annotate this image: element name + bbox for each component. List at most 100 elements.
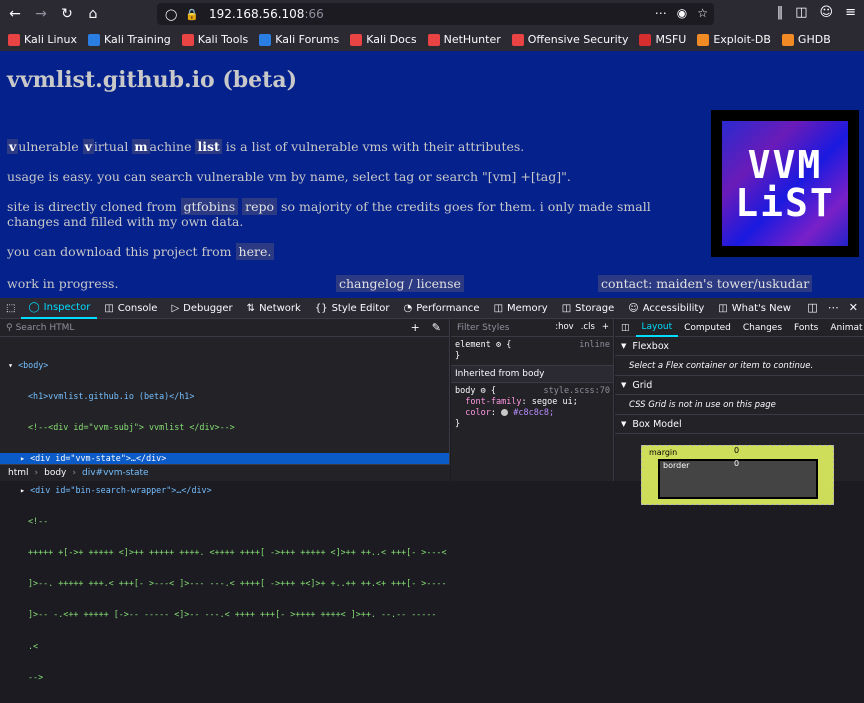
changelog-link[interactable]: changelog / license: [336, 275, 464, 292]
page-actions-icon[interactable]: ⋯: [655, 6, 667, 20]
bookmark-favicon-icon: [511, 33, 524, 46]
breadcrumb-html[interactable]: html: [8, 468, 29, 478]
forward-icon[interactable]: →: [30, 3, 52, 25]
sidebar-tab-animat[interactable]: Animat: [824, 319, 864, 337]
devtools-tab-debugger[interactable]: ▷ Debugger: [164, 298, 239, 319]
html-node-body[interactable]: ▾ <body>: [0, 360, 449, 370]
sidebar-tab-changes[interactable]: Changes: [737, 319, 788, 337]
add-node-icon[interactable]: +: [411, 321, 420, 334]
filter-styles-input[interactable]: Filter Styles: [457, 323, 509, 333]
bookmarks-toolbar: Kali Linux Kali Training Kali Tools Kali Fo…: [0, 28, 864, 51]
library-icon[interactable]: ‖: [777, 5, 784, 20]
html-node-h1[interactable]: <h1>vvmlist.github.io (beta)</h1>: [0, 391, 449, 401]
sidebar-icon[interactable]: ◫: [795, 5, 807, 20]
html-node-vvm-state[interactable]: ▸ <div id="vvm-state">…</div>: [0, 453, 449, 464]
tab-label: Inspector: [43, 301, 91, 313]
url-bar[interactable]: ◯ 🔒 192.168.56.108:66 ⋯ ◉ ☆: [157, 3, 714, 25]
html-tree-pane: ⚲ Search HTML + ✎ ▾ <body> <h1>vvmlist.g…: [0, 319, 450, 682]
color-swatch[interactable]: [501, 409, 509, 416]
devtools-tab-memory[interactable]: ◫ Memory: [487, 298, 555, 319]
bookmark-label: Kali Tools: [197, 33, 249, 46]
cls-toggle[interactable]: .cls: [581, 322, 595, 332]
html-node-bin-search[interactable]: ▸ <div id="bin-search-wrapper">…</div>: [0, 485, 449, 495]
back-icon[interactable]: ←: [4, 3, 26, 25]
body-rule-source[interactable]: style.scss:70: [543, 386, 610, 397]
bookmark-item[interactable]: Kali Docs: [350, 33, 417, 46]
account-icon[interactable]: ☺: [820, 5, 834, 20]
panel-toggle-icon[interactable]: ◫: [615, 319, 636, 337]
html-comment-line: ]>--. +++++ +++.< +++[- >---< ]>--- ---.…: [28, 578, 447, 589]
menu-icon[interactable]: ≡: [845, 5, 856, 20]
sidebar-tab-computed[interactable]: Computed: [678, 319, 737, 337]
search-html-input[interactable]: Search HTML: [16, 323, 75, 333]
bookmark-item[interactable]: Exploit-DB: [697, 33, 771, 46]
pocket-icon[interactable]: ◉: [677, 6, 687, 20]
font-family-value[interactable]: segoe ui;: [532, 397, 578, 407]
reload-icon[interactable]: ↻: [56, 3, 78, 25]
devtools-close-icon[interactable]: ✕: [849, 301, 858, 314]
add-rule-icon[interactable]: +: [602, 322, 609, 332]
bookmark-item[interactable]: NetHunter: [427, 33, 501, 46]
bookmark-item[interactable]: Offensive Security: [511, 33, 628, 46]
bookmark-item[interactable]: GHDB: [781, 33, 831, 46]
contact-link[interactable]: contact: maiden's tower/uskudar: [598, 275, 813, 292]
tab-label: Accessibility: [642, 302, 705, 314]
devtools-tab-storage[interactable]: ◫ Storage: [555, 298, 622, 319]
bookmark-item[interactable]: Kali Training: [88, 33, 171, 46]
border-value[interactable]: 0: [734, 459, 739, 468]
bookmark-favicon-icon: [350, 33, 363, 46]
tab-label: Style Editor: [331, 302, 390, 314]
sidebar-tab-fonts[interactable]: Fonts: [788, 319, 824, 337]
bookmark-item[interactable]: Kali Forums: [259, 33, 339, 46]
bookmark-label: Exploit-DB: [713, 33, 771, 46]
caret-down-icon: ▼: [621, 381, 627, 389]
font-family-prop[interactable]: font-family: [465, 397, 521, 407]
sidebar-tab-layout[interactable]: Layout: [635, 319, 679, 337]
sidebar-tabs: ◫ Layout Computed Changes Fonts Animat: [615, 319, 864, 337]
devtools-tab-what-s-new[interactable]: ◫ What's New: [711, 298, 798, 319]
url-port: :66: [304, 7, 324, 21]
html-node-comment[interactable]: <!--<div id="vvm-subj"> vvmlist </div>--…: [0, 422, 449, 432]
insecure-lock-icon[interactable]: 🔒: [185, 8, 199, 21]
devtools-tab-accessibility[interactable]: ☺ Accessibility: [621, 298, 711, 319]
download-text: you can download this project from here.: [7, 243, 697, 260]
breadcrumb-current[interactable]: div#vvm-state: [82, 468, 149, 478]
eyedropper-icon[interactable]: ✎: [432, 321, 441, 334]
devtools-tab-network[interactable]: ⇅ Network: [240, 298, 308, 319]
bookmark-favicon-icon: [781, 33, 794, 46]
gear-icon[interactable]: ⚙: [496, 340, 501, 350]
download-link[interactable]: here.: [235, 243, 275, 260]
tab-icon: ▷: [171, 302, 180, 314]
breadcrumb-body[interactable]: body: [44, 468, 66, 478]
bookmark-favicon-icon: [88, 33, 101, 46]
gear-icon[interactable]: ⚙: [481, 386, 486, 396]
bookmark-item[interactable]: Kali Tools: [181, 33, 249, 46]
grid-section[interactable]: ▼ Grid: [615, 376, 864, 395]
bookmark-star-icon[interactable]: ☆: [697, 6, 708, 20]
bookmark-item[interactable]: Kali Linux: [8, 33, 77, 46]
rules-pane: Filter Styles :hov .cls + element ⚙ {} i…: [451, 319, 614, 481]
devtools-menu-icon[interactable]: ⋯: [828, 301, 839, 314]
devtools-tab-console[interactable]: ◫ Console: [97, 298, 164, 319]
hov-toggle[interactable]: :hov: [555, 322, 573, 332]
color-prop[interactable]: color: [465, 408, 491, 418]
bookmark-item[interactable]: MSFU: [639, 33, 686, 46]
shield-icon[interactable]: ◯: [165, 8, 177, 21]
repo-link[interactable]: repo: [242, 198, 278, 215]
devtools-tab-style-editor[interactable]: {} Style Editor: [308, 298, 397, 319]
devtools-tab-performance[interactable]: ◔ Performance: [396, 298, 486, 319]
flexbox-section[interactable]: ▼ Flexbox: [615, 337, 864, 356]
html-comment-open[interactable]: <!--: [0, 516, 449, 526]
tab-icon: ⇅: [246, 302, 256, 314]
gtfobins-link[interactable]: gtfobins: [180, 198, 239, 215]
boxmodel-section[interactable]: ▼ Box Model: [615, 415, 864, 434]
dock-icon[interactable]: ◫: [807, 301, 817, 314]
margin-value[interactable]: 0: [734, 446, 739, 455]
pick-element-icon[interactable]: ⬚: [0, 298, 21, 319]
devtools-tab-inspector[interactable]: ◯ Inspector: [21, 298, 98, 319]
box-model: margin 0 border 0: [615, 434, 864, 505]
color-value[interactable]: #c8c8c8;: [513, 408, 554, 418]
home-icon[interactable]: ⌂: [82, 3, 104, 25]
body-rule: body ⚙ { style.scss:70 font-family: sego…: [455, 386, 610, 429]
intro-text: v ulnerable v irtual m achine list is a lis…: [7, 139, 697, 154]
